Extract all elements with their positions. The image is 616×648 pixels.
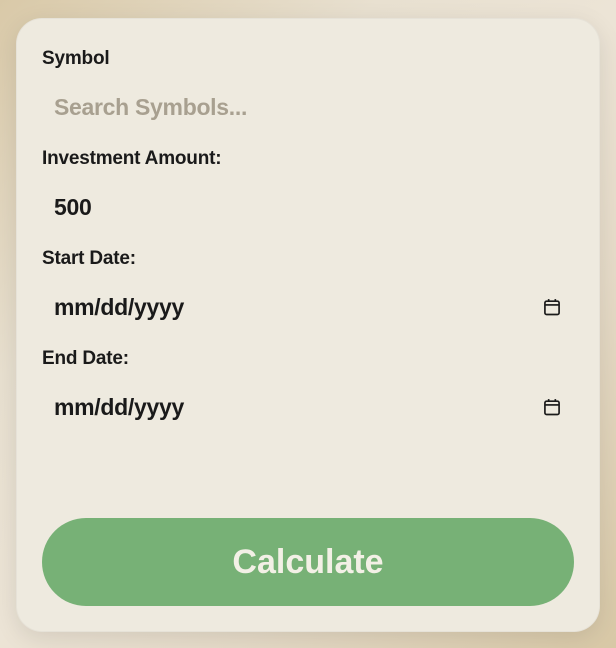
end-date-value: mm/dd/yyyy bbox=[54, 394, 542, 421]
symbol-label: Symbol bbox=[42, 48, 574, 70]
start-date-label: Start Date: bbox=[42, 248, 574, 270]
start-date-input[interactable]: mm/dd/yyyy bbox=[42, 278, 574, 336]
investment-form-card: Symbol Investment Amount: Start Date: mm… bbox=[16, 18, 600, 632]
calculate-button[interactable]: Calculate bbox=[42, 518, 574, 606]
investment-amount-group: Investment Amount: bbox=[42, 148, 574, 236]
symbol-input[interactable] bbox=[42, 78, 574, 136]
calendar-icon[interactable] bbox=[542, 397, 562, 417]
end-date-group: End Date: mm/dd/yyyy bbox=[42, 348, 574, 436]
investment-amount-label: Investment Amount: bbox=[42, 148, 574, 170]
investment-amount-input[interactable] bbox=[42, 178, 574, 236]
calendar-icon[interactable] bbox=[542, 297, 562, 317]
start-date-group: Start Date: mm/dd/yyyy bbox=[42, 248, 574, 336]
start-date-value: mm/dd/yyyy bbox=[54, 294, 542, 321]
symbol-group: Symbol bbox=[42, 48, 574, 136]
end-date-label: End Date: bbox=[42, 348, 574, 370]
end-date-input[interactable]: mm/dd/yyyy bbox=[42, 378, 574, 436]
